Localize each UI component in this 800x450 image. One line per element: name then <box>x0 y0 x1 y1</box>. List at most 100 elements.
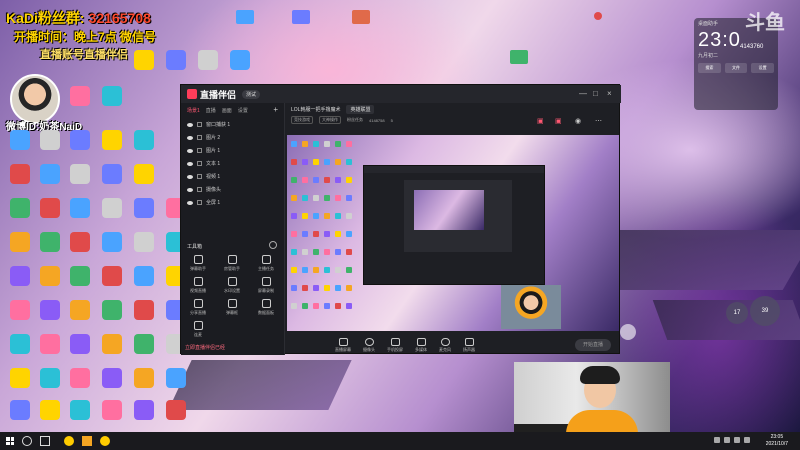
tool-button[interactable]: 主播任务 <box>253 255 279 272</box>
desktop-shortcut-icon[interactable] <box>128 368 160 388</box>
windows-start-icon[interactable] <box>6 437 14 445</box>
tray-icon[interactable] <box>724 437 730 443</box>
tool-button[interactable]: 弹幕助手 <box>185 255 211 272</box>
desktop-shortcut-icon[interactable] <box>34 266 66 286</box>
tools-settings-icon[interactable] <box>269 241 277 249</box>
microphone-button[interactable]: 麦克风 <box>439 337 451 353</box>
start-live-button[interactable]: 开始直播 <box>575 339 611 351</box>
scene-item[interactable]: 文本 1 <box>181 157 284 170</box>
desktop-shortcut-icon[interactable] <box>128 232 160 252</box>
desktop-shortcut-icon[interactable] <box>64 368 96 388</box>
bell-icon[interactable]: ◉ <box>575 117 581 125</box>
scene-item[interactable]: 摄像头 <box>181 183 284 196</box>
clock-search-button[interactable]: 搜索 <box>698 63 721 73</box>
desktop-shortcut-icon[interactable] <box>64 266 96 286</box>
desktop-shortcut-icon[interactable] <box>96 130 128 150</box>
scene-item[interactable]: 视频 1 <box>181 170 284 183</box>
desktop-shortcut-icon[interactable] <box>64 232 96 252</box>
desktop-shortcut-icon[interactable] <box>4 368 36 388</box>
chrome-icon[interactable] <box>594 12 602 20</box>
taskbar-app-icon[interactable] <box>64 436 74 446</box>
desktop-shortcut-icon[interactable] <box>192 50 224 70</box>
desktop-shortcut-icon[interactable] <box>4 400 36 420</box>
search-icon[interactable] <box>22 436 32 446</box>
floating-bubble[interactable] <box>620 324 636 340</box>
tool-button[interactable]: 分享直播 <box>185 299 211 316</box>
desktop-shortcut-icon[interactable] <box>64 198 96 218</box>
scene-item[interactable]: 窗口捕获 1 <box>181 118 284 131</box>
floating-bubble[interactable]: 39 <box>750 296 780 326</box>
desktop-shortcut-icon[interactable] <box>4 300 36 320</box>
desktop-shortcut-icon[interactable] <box>4 334 36 354</box>
desktop-shortcut-icon[interactable] <box>96 368 128 388</box>
desktop-shortcut-icon[interactable] <box>64 164 96 184</box>
tray-icon[interactable] <box>734 437 740 443</box>
fans-task[interactable]: 粉丝任务 <box>347 117 363 123</box>
desktop-shortcut-icon[interactable] <box>4 266 36 286</box>
media-button[interactable]: 多媒体 <box>415 337 427 353</box>
tray-icon[interactable] <box>714 437 720 443</box>
desktop-shortcut-icon[interactable] <box>96 300 128 320</box>
desktop-shortcut-icon[interactable] <box>160 50 192 70</box>
desktop-shortcut-icon[interactable] <box>64 130 96 150</box>
camera-button[interactable]: 摄像头 <box>363 337 375 353</box>
info-tag[interactable]: 竞技游戏 <box>291 116 313 124</box>
desktop-shortcut-icon[interactable] <box>96 266 128 286</box>
desktop-shortcut-icon[interactable] <box>34 334 66 354</box>
tool-button[interactable]: 连麦 <box>185 321 211 338</box>
desktop-shortcut-icon[interactable] <box>128 400 160 420</box>
gift-icon[interactable]: ▣ <box>537 117 544 125</box>
close-button[interactable]: × <box>607 89 612 98</box>
phone-cast-button[interactable]: 手机投屏 <box>387 337 403 353</box>
task-view-icon[interactable] <box>40 436 50 446</box>
tool-button[interactable]: 水印设置 <box>219 277 245 294</box>
beta-badge[interactable]: 测试 <box>242 89 261 99</box>
more-icon[interactable]: ⋯ <box>595 117 602 125</box>
eye-icon[interactable] <box>187 161 193 166</box>
desktop-shortcut-icon[interactable] <box>4 164 36 184</box>
tool-button[interactable]: 弹幕框 <box>219 299 245 316</box>
desktop-shortcut-icon[interactable] <box>34 400 66 420</box>
tool-button[interactable]: 视频直播 <box>185 277 211 294</box>
desktop-shortcut-icon[interactable] <box>34 232 66 252</box>
share-icon[interactable]: ▣ <box>555 117 562 125</box>
clock-settings-button[interactable]: 设置 <box>751 63 775 73</box>
desktop-shortcut-icon[interactable] <box>64 86 96 106</box>
desktop-shortcut-icon[interactable] <box>128 50 160 70</box>
eye-icon[interactable] <box>187 174 193 179</box>
taskbar-app-icon[interactable] <box>82 436 92 446</box>
eye-icon[interactable] <box>187 187 193 192</box>
desktop-shortcut-icon[interactable] <box>128 300 160 320</box>
eye-icon[interactable] <box>187 135 193 140</box>
desktop-shortcut-icon[interactable] <box>96 164 128 184</box>
speaker-button[interactable]: 扬声器 <box>463 337 475 353</box>
desktop-shortcut-icon[interactable] <box>128 164 160 184</box>
floating-bubble[interactable]: 17 <box>726 302 748 324</box>
bottom-note[interactable]: 立即直播伴侣已经 <box>185 344 225 351</box>
desktop-shortcut-icon[interactable] <box>96 198 128 218</box>
desktop-shortcut-icon[interactable] <box>34 130 66 150</box>
desktop-shortcut-icon[interactable] <box>128 198 160 218</box>
tab-settings[interactable]: 设置 <box>238 107 248 114</box>
desktop-app-icon[interactable] <box>236 10 254 24</box>
desktop-app-icon[interactable] <box>292 10 310 24</box>
desktop-shortcut-icon[interactable] <box>160 368 192 388</box>
eye-icon[interactable] <box>187 122 193 127</box>
tab-live[interactable]: 直播 <box>206 107 216 114</box>
eye-icon[interactable] <box>187 200 193 205</box>
minimize-button[interactable]: — <box>579 89 587 98</box>
desktop-shortcut-icon[interactable] <box>4 130 36 150</box>
scene-item[interactable]: 全屏 1 <box>181 196 284 209</box>
desktop-shortcut-icon[interactable] <box>96 86 128 106</box>
desktop-shortcut-icon[interactable] <box>160 400 192 420</box>
tool-button[interactable]: 屏幕录制 <box>253 277 279 294</box>
desktop-shortcut-icon[interactable] <box>128 334 160 354</box>
desktop-shortcut-icon[interactable] <box>4 198 36 218</box>
desktop-shortcut-icon[interactable] <box>128 266 160 286</box>
desktop-shortcut-icon[interactable] <box>4 232 36 252</box>
stream-preview[interactable] <box>287 135 619 331</box>
maximize-button[interactable]: □ <box>593 89 598 98</box>
taskbar-app-icon[interactable] <box>100 436 110 446</box>
desktop-shortcut-icon[interactable] <box>64 400 96 420</box>
desktop-shortcut-icon[interactable] <box>96 400 128 420</box>
